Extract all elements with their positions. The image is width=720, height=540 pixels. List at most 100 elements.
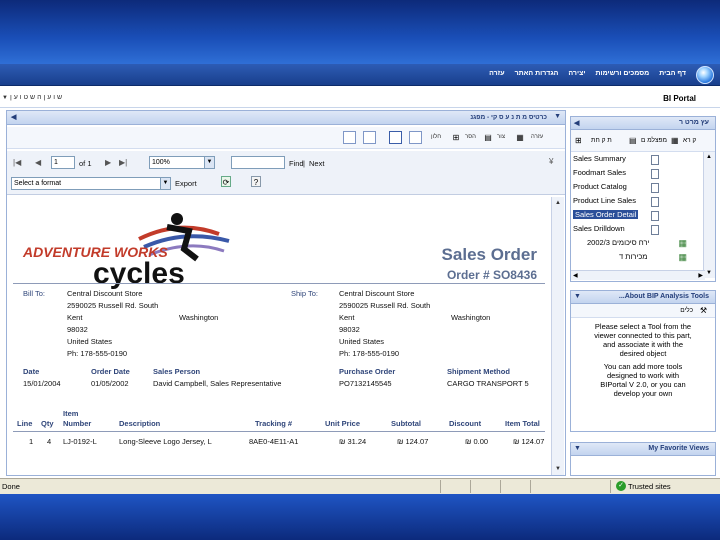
list-item-sales-summary[interactable]: Sales Summary <box>573 154 659 167</box>
list-item-foodmart-sales[interactable]: Foodmart Sales <box>573 168 659 181</box>
find-input[interactable] <box>231 156 285 169</box>
last-page-icon[interactable]: ▶| <box>119 158 127 167</box>
line-header-line: Line <box>17 419 33 428</box>
nav-item-documents[interactable]: מסמכים ורשימות <box>595 70 649 77</box>
nav-item-create[interactable]: יצירה <box>568 70 585 77</box>
view-button-4[interactable] <box>409 131 422 144</box>
chevron-down-icon: ▼ <box>160 178 170 189</box>
scroll-down-icon[interactable]: ▼ <box>553 464 563 474</box>
previous-page-icon[interactable]: ◀ <box>35 158 41 167</box>
report-icon <box>651 225 659 235</box>
view-button-2[interactable] <box>363 131 376 144</box>
message-line: BIPortal V 2.0, or you can <box>600 380 686 389</box>
header-divider <box>13 283 545 284</box>
scroll-left-icon[interactable]: ◀ <box>11 113 16 121</box>
webpart-toolbar: חלון ⊞ הסר ▤ צור ▦ עזרה <box>7 127 565 149</box>
export-link[interactable]: Export <box>175 179 197 188</box>
analysis-tools-title: ...About BIP Analysis Tools <box>618 293 709 300</box>
line-cell-item-total: ₪ 124.07 <box>513 437 545 446</box>
toolbar-label-help[interactable]: חלון <box>431 134 441 140</box>
tree-grid-icon[interactable]: ▦ <box>671 136 679 145</box>
help-icon[interactable]: ? <box>251 176 261 187</box>
status-divider <box>530 480 531 493</box>
bill-state: Washington <box>179 313 219 322</box>
tree-toolbar-label-1[interactable]: ת ק חת <box>591 137 612 144</box>
analysis-tools-sub[interactable]: כלים <box>680 307 693 314</box>
list-item-label: Sales Summary <box>573 154 626 163</box>
scroll-down-icon[interactable]: ▼ <box>706 270 712 276</box>
scroll-up-icon[interactable]: ▲ <box>553 198 563 208</box>
list-item-label: Product Catalog <box>573 182 627 191</box>
zoom-select[interactable]: 100% ▼ <box>149 156 215 169</box>
line-header-unit-price: Unit Price <box>325 419 361 428</box>
favorites-menu-icon[interactable]: ▼ <box>574 445 581 452</box>
list-item-product-line-sales[interactable]: Product Line Sales <box>573 196 659 209</box>
tree-expand-icon[interactable]: ⊞ <box>575 136 582 145</box>
list-item-product-catalog[interactable]: Product Catalog <box>573 182 659 195</box>
ship-name: Central Discount Store <box>339 289 415 298</box>
status-text: Done <box>2 482 20 491</box>
page-number-input[interactable]: 1 <box>51 156 75 169</box>
top-background-band <box>0 0 720 64</box>
find-link[interactable]: Find <box>289 159 304 168</box>
title-bar: ▼ ש ו ע ן ה ש ט ו ע ן BI Portal <box>0 86 720 108</box>
tree-icon[interactable]: ⊞ <box>451 132 461 143</box>
next-page-icon[interactable]: ▶ <box>105 158 111 167</box>
list-item-label: 2002/3 ירח סיכומים <box>587 238 650 247</box>
info-value-purchase-order: PO7132145545 <box>339 379 392 388</box>
view-button-1[interactable] <box>343 131 356 144</box>
list-item-sales-order-detail[interactable]: Sales Order Detail <box>573 210 659 223</box>
dropdown-arrow-icon[interactable]: ▼ <box>2 95 8 101</box>
top-navigation-bar: דף הבית מסמכים ורשימות יצירה הגדרות האתר… <box>0 64 720 86</box>
toolbar-label-window[interactable]: עזרה <box>531 134 543 140</box>
search-link[interactable]: ש ו ע ן ה ש ט ו ע ן <box>10 94 62 101</box>
line-cell-description: Long-Sleeve Logo Jersey, L <box>119 437 212 446</box>
status-divider <box>470 480 471 493</box>
list-item-sales-drilldown[interactable]: Sales Drilldown <box>573 224 659 237</box>
collapse-toolbar-icon[interactable]: ¥ <box>549 157 553 166</box>
toolbar-label-create[interactable]: צור <box>497 134 505 140</box>
info-header-purchase-order: Purchase Order <box>339 367 396 376</box>
refresh-icon[interactable]: ⟳ <box>221 176 231 187</box>
list-scrollbar[interactable]: ▲ ▼ <box>703 152 715 278</box>
view-button-3[interactable] <box>389 131 402 144</box>
grid-icon[interactable]: ▦ <box>515 132 525 143</box>
first-page-icon[interactable]: |◀ <box>13 158 21 167</box>
export-toolbar: Select a format ▼ Export ⟳ ? <box>7 175 565 195</box>
nav-item-help[interactable]: עזרה <box>489 70 504 77</box>
nav-item-home[interactable]: דף הבית <box>659 70 686 77</box>
report-vertical-scrollbar[interactable]: ▲ ▼ <box>551 197 564 475</box>
ship-to-label: Ship To: <box>291 289 318 298</box>
bill-to-label: Bill To: <box>23 289 45 298</box>
nav-item-site-settings[interactable]: הגדרות האתר <box>515 70 559 77</box>
document-icon[interactable]: ▤ <box>483 132 493 143</box>
list-item-cube-1[interactable]: 2002/3 ירח סיכומים ▦ <box>573 238 687 251</box>
scroll-right-icon[interactable]: ▶ <box>698 272 703 279</box>
scroll-left-icon[interactable]: ◀ <box>573 272 578 279</box>
export-format-value: Select a format <box>14 180 62 187</box>
report-icon <box>651 183 659 193</box>
scroll-up-icon[interactable]: ▲ <box>706 154 712 160</box>
tree-menu-icon[interactable]: ◀ <box>574 119 579 127</box>
portal-logo-icon[interactable] <box>696 66 714 84</box>
browser-status-bar: Done ✓ Trusted sites <box>0 478 720 494</box>
analysis-menu-icon[interactable]: ▼ <box>574 293 581 300</box>
status-divider <box>440 480 441 493</box>
tree-folder-icon[interactable]: ▤ <box>629 136 637 145</box>
page-title: BI Portal <box>663 94 696 103</box>
chevron-down-icon: ▼ <box>204 157 214 168</box>
toolbar-label-remove[interactable]: הסר <box>465 134 476 140</box>
tree-webpart-title: עץ מרט ר <box>678 119 709 126</box>
tree-toolbar-label-2[interactable]: מפצלמ ם <box>641 137 667 144</box>
ship-phone: Ph: 178-555-0190 <box>339 349 400 358</box>
list-item-cube-2[interactable]: מכירות ד ▦ <box>573 252 687 265</box>
next-link[interactable]: Next <box>309 159 324 168</box>
tools-icon[interactable]: ⚒ <box>700 306 707 315</box>
export-format-select[interactable]: Select a format ▼ <box>11 177 171 190</box>
report-icon <box>651 211 659 221</box>
list-horizontal-scrollbar[interactable]: ◀ ▶ <box>571 270 705 280</box>
webpart-menu-icon[interactable]: ▼ <box>554 113 561 120</box>
message-line: desired object <box>619 349 667 358</box>
tree-toolbar-label-3[interactable]: ק רא <box>683 137 696 144</box>
tree-toolbar: ⊞ ת ק חת ▤ מפצלמ ם ▦ ק רא <box>571 130 715 152</box>
